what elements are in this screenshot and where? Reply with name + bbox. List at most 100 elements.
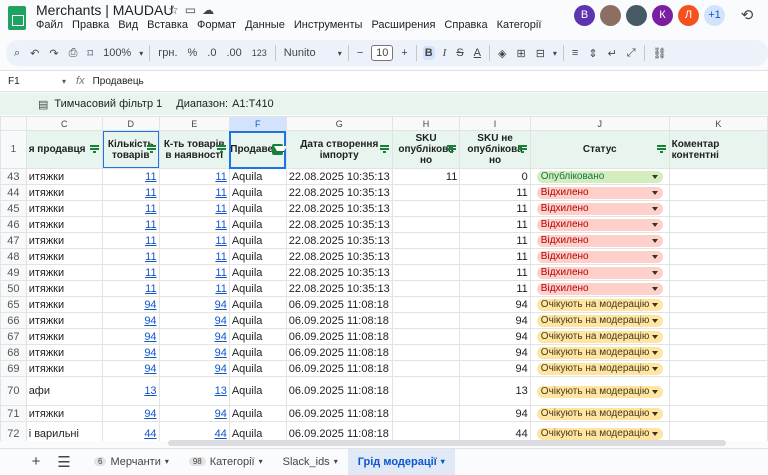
column-letter[interactable]: J	[529, 116, 670, 131]
cell-seller[interactable]: Aquila	[228, 405, 287, 422]
cell-seller-name[interactable]: итяжки	[25, 200, 103, 217]
row-number[interactable]: 67	[0, 328, 27, 345]
sheet-tab[interactable]: Грід модерації ▾	[347, 448, 455, 475]
avatar[interactable]: В	[574, 4, 595, 26]
column-letter[interactable]: K	[668, 116, 768, 131]
cell-product-count[interactable]: 11	[101, 200, 160, 217]
cell-seller[interactable]: Aquila	[228, 232, 287, 249]
cell-product-count[interactable]: 94	[101, 360, 160, 377]
cell-seller-name[interactable]: итяжки	[25, 344, 103, 361]
cell-comment[interactable]	[668, 168, 768, 185]
undo-icon[interactable]: ↶	[28, 46, 41, 61]
cell-sku-published[interactable]	[391, 280, 461, 297]
cell-import-date[interactable]: 06.09.2025 11:08:18	[285, 405, 393, 422]
cell-product-count[interactable]: 11	[101, 280, 160, 297]
avatar[interactable]: Л	[678, 4, 699, 26]
cell-product-count[interactable]: 94	[101, 405, 160, 422]
cell-sku-unpublished[interactable]: 11	[459, 264, 531, 281]
row-number[interactable]: 68	[0, 344, 27, 361]
cell-import-date[interactable]: 22.08.2025 10:35:13	[285, 248, 393, 265]
cell-product-count-link[interactable]: 11	[145, 219, 156, 231]
cell-product-count-link[interactable]: 94	[144, 331, 156, 343]
cell-import-date[interactable]: 22.08.2025 10:35:13	[285, 200, 393, 217]
status-dropdown-chip[interactable]: Відхилено	[536, 251, 663, 263]
row-number[interactable]: 72	[0, 421, 27, 441]
cell-product-count[interactable]: 11	[101, 264, 160, 281]
cell-product-count[interactable]: 11	[101, 248, 160, 265]
cell-product-count[interactable]: 94	[101, 328, 160, 345]
header-seller-name[interactable]: я продавця	[25, 130, 103, 169]
cell-in-stock-link[interactable]: 11	[215, 203, 226, 215]
cell-seller[interactable]: Aquila	[228, 328, 287, 345]
cell-import-date[interactable]: 22.08.2025 10:35:13	[285, 184, 393, 201]
increase-decimal-button[interactable]: .00	[224, 46, 243, 60]
cell-in-stock[interactable]: 94	[158, 360, 230, 377]
cell-comment[interactable]	[668, 328, 768, 345]
version-history-icon[interactable]: ⟲	[736, 4, 758, 26]
insert-link-icon[interactable]: ⛓	[651, 46, 669, 61]
row-number[interactable]: 48	[0, 248, 27, 265]
filter-view-name[interactable]: Тимчасовий фільтр 1	[54, 98, 162, 110]
avatar[interactable]	[600, 4, 621, 26]
cell-product-count-link[interactable]: 44	[144, 428, 156, 440]
cell-sku-unpublished[interactable]: 94	[459, 360, 531, 377]
cell-in-stock-link[interactable]: 94	[215, 315, 227, 327]
column-letter[interactable]: D	[101, 116, 160, 131]
row-number[interactable]: 66	[0, 312, 27, 329]
cell-seller[interactable]: Aquila	[228, 216, 287, 233]
menu-item[interactable]: Формат	[197, 19, 236, 31]
row-number[interactable]: 49	[0, 264, 27, 281]
cell-sku-unpublished[interactable]: 11	[459, 216, 531, 233]
cell-product-count[interactable]: 44	[101, 421, 160, 441]
cell-product-count-link[interactable]: 94	[144, 299, 156, 311]
chevron-down-icon[interactable]: ▾	[165, 457, 169, 466]
column-letter[interactable]: G	[285, 116, 393, 131]
cell-sku-unpublished[interactable]: 94	[459, 328, 531, 345]
cell-import-date[interactable]: 22.08.2025 10:35:13	[285, 168, 393, 185]
cell-comment[interactable]	[668, 296, 768, 313]
currency-format-button[interactable]: грн.	[156, 46, 179, 60]
fill-color-icon[interactable]: ◈	[496, 46, 508, 61]
cell-comment[interactable]	[668, 344, 768, 361]
row-number[interactable]: 65	[0, 296, 27, 313]
header-comment[interactable]: Коментар контентні	[668, 130, 768, 169]
cell-import-date[interactable]: 06.09.2025 11:08:18	[285, 421, 393, 441]
cell-seller[interactable]: Aquila	[228, 344, 287, 361]
cell-comment[interactable]	[668, 360, 768, 377]
cell-in-stock[interactable]: 11	[158, 248, 230, 265]
cell-sku-unpublished[interactable]: 11	[459, 184, 531, 201]
cell-seller[interactable]: Aquila	[228, 360, 287, 377]
zoom-select[interactable]: 100%	[101, 46, 133, 60]
menu-item[interactable]: Вставка	[147, 19, 188, 31]
filter-icon[interactable]	[216, 145, 226, 153]
column-letter[interactable]: H	[391, 116, 461, 131]
cell-status[interactable]: Очікують на модерацію	[529, 328, 670, 345]
menu-item[interactable]: Данные	[245, 19, 285, 31]
cell-status[interactable]: Відхилено	[529, 200, 670, 217]
cell-comment[interactable]	[668, 232, 768, 249]
cell-in-stock-link[interactable]: 11	[215, 283, 226, 295]
cell-status[interactable]: Відхилено	[529, 264, 670, 281]
cell-product-count[interactable]: 94	[101, 312, 160, 329]
cell-sku-published[interactable]	[391, 184, 461, 201]
increase-font-size-button[interactable]: +	[399, 46, 409, 60]
cell-sku-published[interactable]: 11	[391, 168, 461, 185]
font-chevron-down-icon[interactable]: ▾	[338, 49, 342, 58]
cell-seller-name[interactable]: итяжки	[25, 405, 103, 422]
cell-sku-unpublished[interactable]: 11	[459, 200, 531, 217]
cell-in-stock-link[interactable]: 44	[215, 428, 227, 440]
cell-seller-name[interactable]: итяжки	[25, 312, 103, 329]
status-dropdown-chip[interactable]: Відхилено	[536, 267, 663, 279]
avatar[interactable]: К	[652, 4, 673, 26]
sheet-tab[interactable]: 98 Категорії ▾	[179, 449, 273, 475]
column-letter[interactable]: F	[228, 116, 287, 131]
filter-icon[interactable]	[379, 145, 389, 153]
cell-in-stock-link[interactable]: 11	[215, 171, 226, 183]
percent-format-button[interactable]: %	[186, 46, 200, 60]
cell-sku-unpublished[interactable]: 94	[459, 344, 531, 361]
horizontal-scrollbar[interactable]	[168, 440, 726, 446]
cell-sku-unpublished[interactable]: 11	[459, 280, 531, 297]
status-dropdown-chip[interactable]: Відхилено	[536, 203, 663, 215]
cell-seller-name[interactable]: итяжки	[25, 296, 103, 313]
header-seller[interactable]: Продавець	[228, 130, 287, 169]
